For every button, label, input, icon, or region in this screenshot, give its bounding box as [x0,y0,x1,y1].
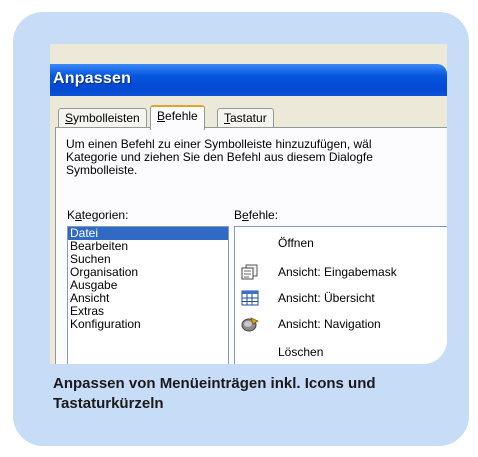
tab-panel: Um einen Befehl zu einer Symbolleiste hi… [55,127,447,364]
categories-label: Kategorien: [67,208,129,222]
table-icon [241,290,259,306]
screenshot-frame: Anpassen Symbolleisten Befehle Tastatur … [50,44,447,364]
tab-tastatur[interactable]: Tastatur [217,108,274,128]
command-ansicht-uebersicht[interactable]: Ansicht: Übersicht [235,287,447,309]
navigation-icon [241,316,259,332]
command-label: Ansicht: Eingabemask [278,265,397,279]
command-ansicht-navigation[interactable]: Ansicht: Navigation [235,313,447,335]
tab-befehle[interactable]: Befehle [150,105,205,130]
categories-list[interactable]: Datei Bearbeiten Suchen Organisation Aus… [67,226,229,364]
command-ansicht-eingabemaske[interactable]: Ansicht: Eingabemask [235,261,447,283]
command-label: Ansicht: Navigation [278,317,381,331]
command-oeffnen[interactable]: Öffnen [235,232,447,254]
instructions-text: Um einen Befehl zu einer Symbolleiste hi… [66,137,373,177]
tab-symbolleisten[interactable]: Symbolleisten [58,108,147,128]
command-loeschen[interactable]: Löschen [235,341,447,363]
figure-caption: Anpassen von Menüeinträgen inkl. Icons u… [53,375,376,412]
command-label: Ansicht: Übersicht [278,291,375,305]
customize-dialog: Symbolleisten Befehle Tastatur Um einen … [50,96,447,364]
list-item-konfiguration[interactable]: Konfiguration [68,318,228,331]
command-label: Öffnen [278,236,314,250]
form-icon [241,264,259,280]
title-bar[interactable]: Anpassen [50,64,447,96]
command-label: Löschen [278,345,324,359]
commands-list[interactable]: Öffnen Ansicht: Eingabemask Ansicht: Übe… [234,226,447,364]
commands-label: Befehle: [234,208,279,222]
window-title: Anpassen [53,70,132,87]
